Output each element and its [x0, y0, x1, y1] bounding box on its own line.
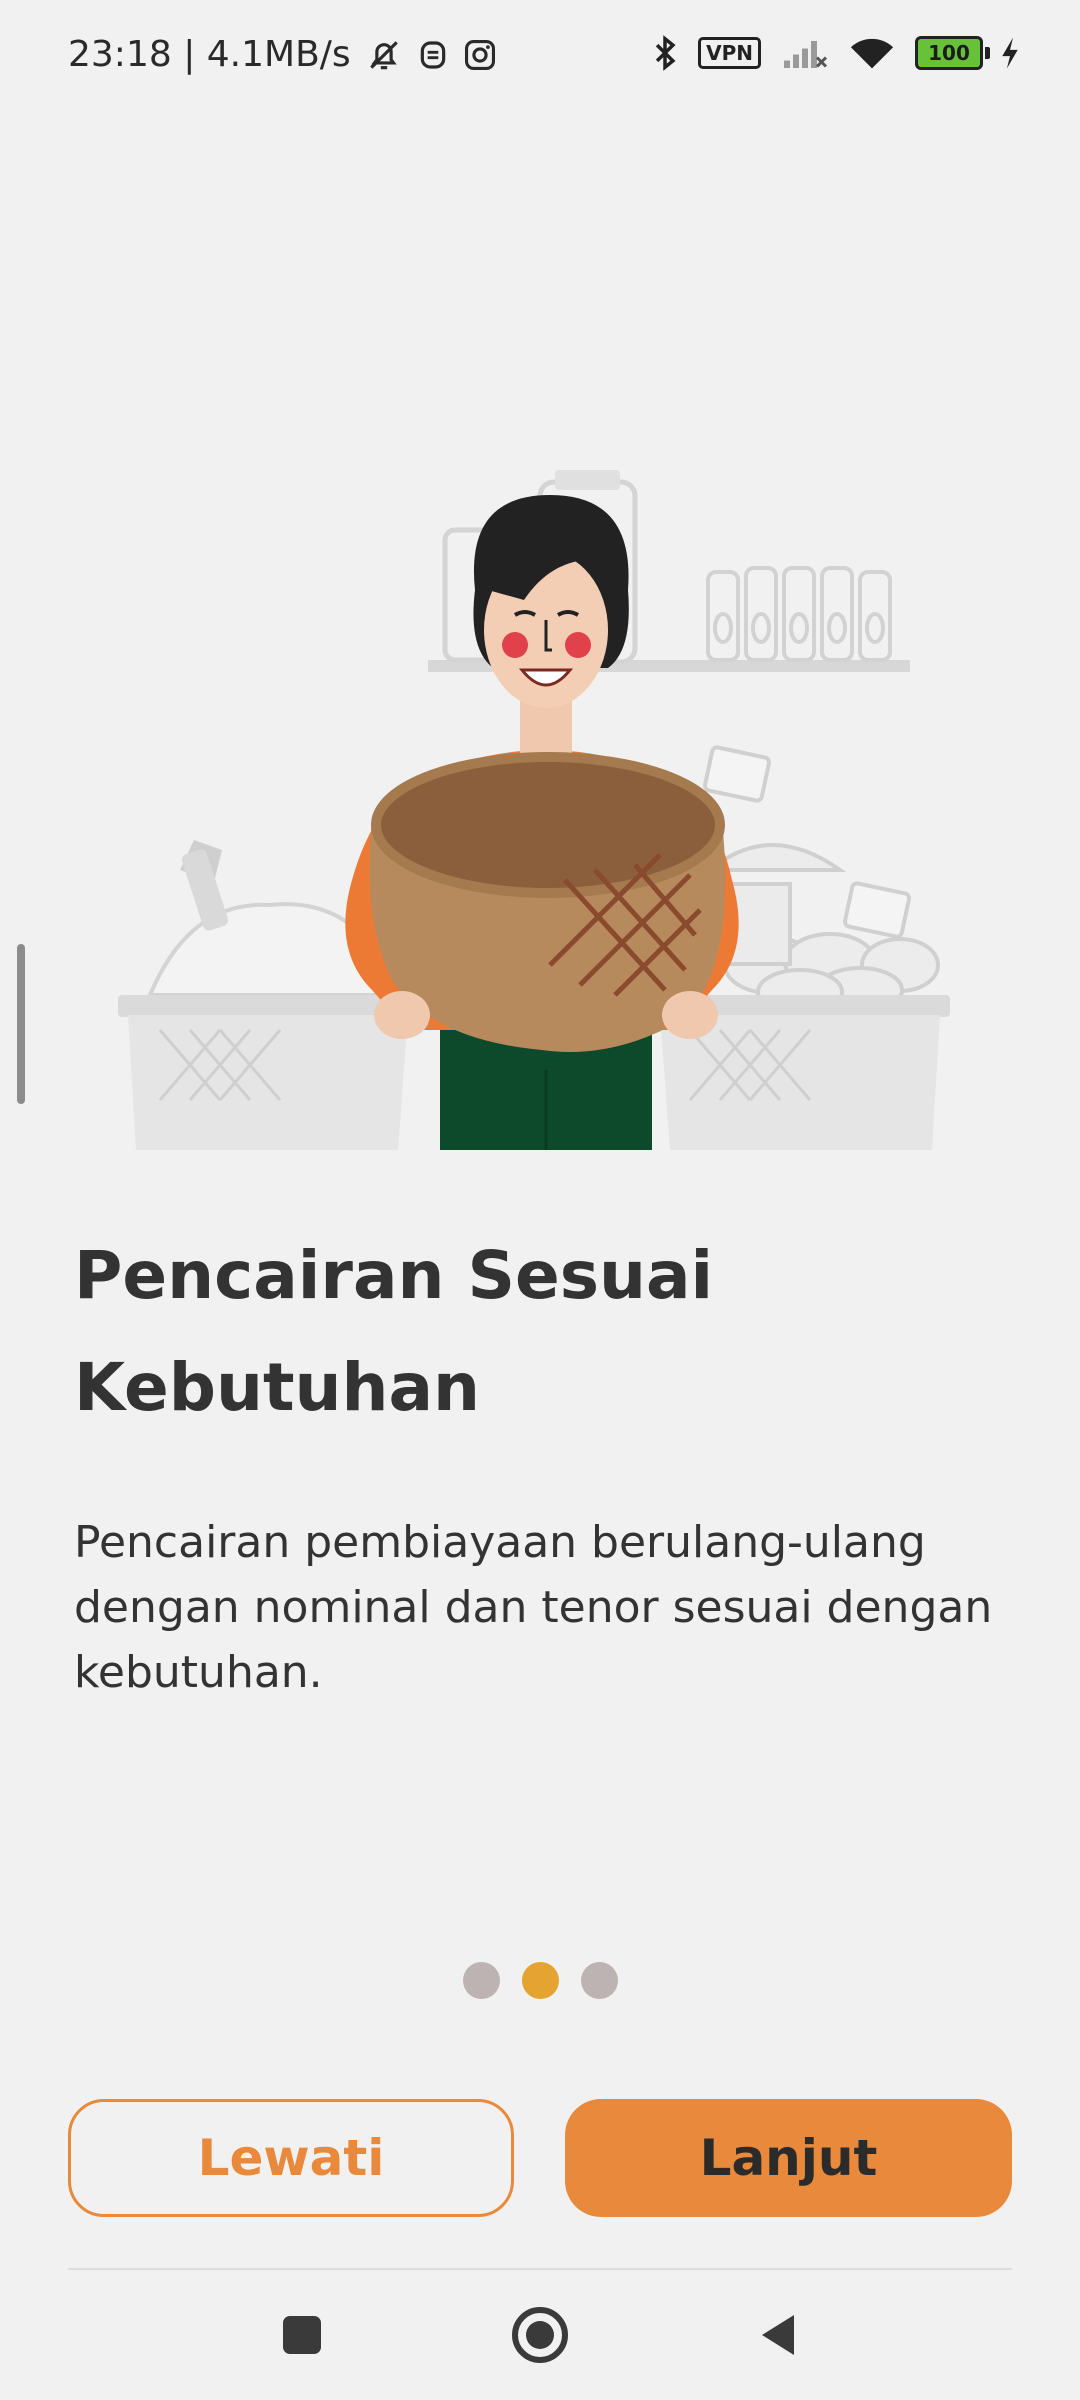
scroll-indicator[interactable]	[17, 944, 25, 1104]
nav-divider	[68, 2268, 1012, 2270]
battery-level: 100	[915, 36, 983, 70]
status-bar: 23:18 | 4.1MB/s VPN 100	[0, 0, 1080, 120]
vpn-badge: VPN	[698, 37, 761, 69]
bluetooth-icon	[652, 34, 678, 72]
alarm-icon	[417, 37, 449, 73]
recents-square-icon[interactable]	[262, 2305, 342, 2365]
page-dot-3[interactable]	[580, 1962, 618, 1999]
battery-tip	[985, 47, 990, 59]
onboarding-illustration	[110, 470, 960, 1150]
battery-icon: 100	[915, 36, 990, 70]
status-right: VPN 100	[652, 34, 1020, 72]
back-triangle-icon[interactable]	[738, 2305, 818, 2365]
home-circle-icon[interactable]	[500, 2305, 580, 2365]
status-time-speed: 23:18 | 4.1MB/s	[68, 34, 351, 75]
onboarding-description: Pencairan pembiayaan berulang-ulang deng…	[74, 1517, 993, 1698]
next-button[interactable]: Lanjut	[565, 2099, 1012, 2217]
page-dot-1[interactable]	[462, 1962, 500, 1999]
status-left: 23:18 | 4.1MB/s	[68, 34, 497, 75]
wifi-icon	[849, 35, 895, 71]
page-indicator	[0, 1962, 1080, 1999]
bell-off-icon	[365, 36, 403, 74]
signal-icon	[781, 36, 829, 70]
charging-icon	[1000, 36, 1020, 70]
onboarding-title: Pencairan Sesuai Kebutuhan	[74, 1237, 714, 1426]
skip-button[interactable]: Lewati	[68, 2099, 514, 2217]
instagram-icon	[463, 38, 497, 72]
page-dot-2-active[interactable]	[521, 1962, 559, 1999]
